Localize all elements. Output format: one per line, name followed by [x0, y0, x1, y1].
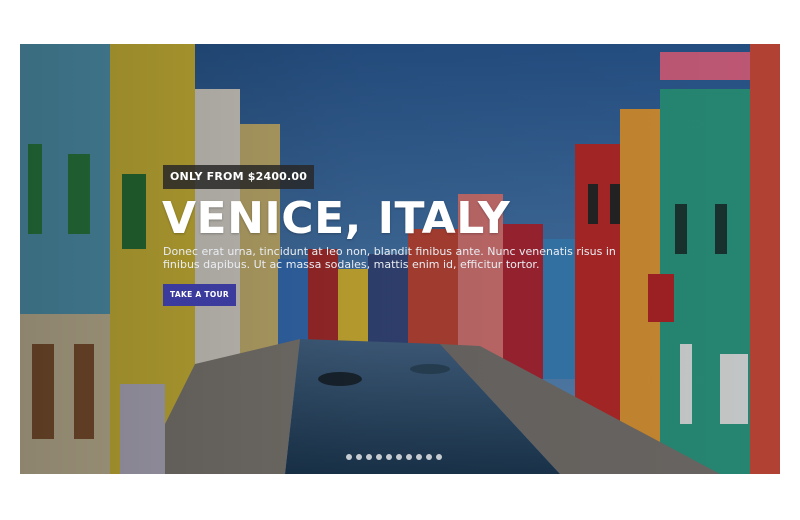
pagination-dot[interactable]: [346, 454, 352, 460]
hero-title: VENICE, ITALY: [162, 193, 511, 244]
pagination-dot[interactable]: [426, 454, 432, 460]
price-badge: ONLY FROM $2400.00: [163, 165, 315, 189]
pagination-dot[interactable]: [416, 454, 422, 460]
hero-slider: ONLY FROM $2400.00 VENICE, ITALY Donec e…: [20, 44, 780, 474]
pagination-dot[interactable]: [436, 454, 442, 460]
slider-pagination: [346, 454, 442, 462]
pagination-dot[interactable]: [406, 454, 412, 460]
pagination-dot[interactable]: [386, 454, 392, 460]
pagination-dot[interactable]: [396, 454, 402, 460]
take-a-tour-button[interactable]: TAKE A TOUR: [163, 284, 236, 306]
pagination-dot[interactable]: [376, 454, 382, 460]
pagination-dot[interactable]: [356, 454, 362, 460]
pagination-dot[interactable]: [366, 454, 372, 460]
hero-description: Donec erat urna, tincidunt at leo non, b…: [163, 245, 616, 271]
